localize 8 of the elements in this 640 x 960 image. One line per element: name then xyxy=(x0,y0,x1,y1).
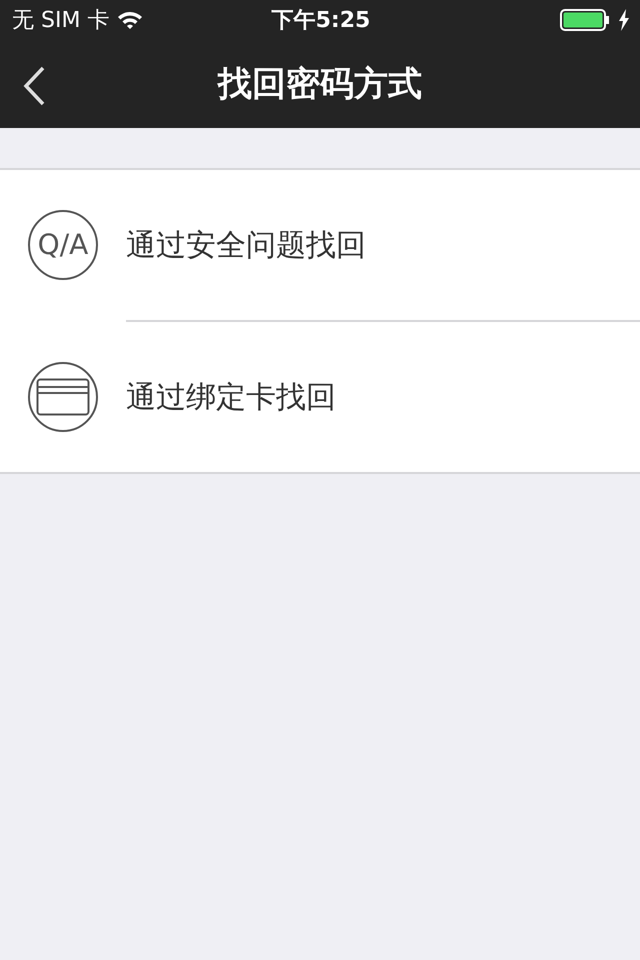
carrier-text: 无 SIM 卡 xyxy=(12,6,110,34)
page-title: 找回密码方式 xyxy=(218,62,422,106)
card-icon xyxy=(28,362,98,432)
qa-icon: Q/A xyxy=(28,210,98,280)
clock-text: 下午5:25 xyxy=(272,6,370,34)
charging-icon xyxy=(618,9,630,31)
battery-icon xyxy=(560,9,610,31)
wifi-icon xyxy=(117,10,144,30)
